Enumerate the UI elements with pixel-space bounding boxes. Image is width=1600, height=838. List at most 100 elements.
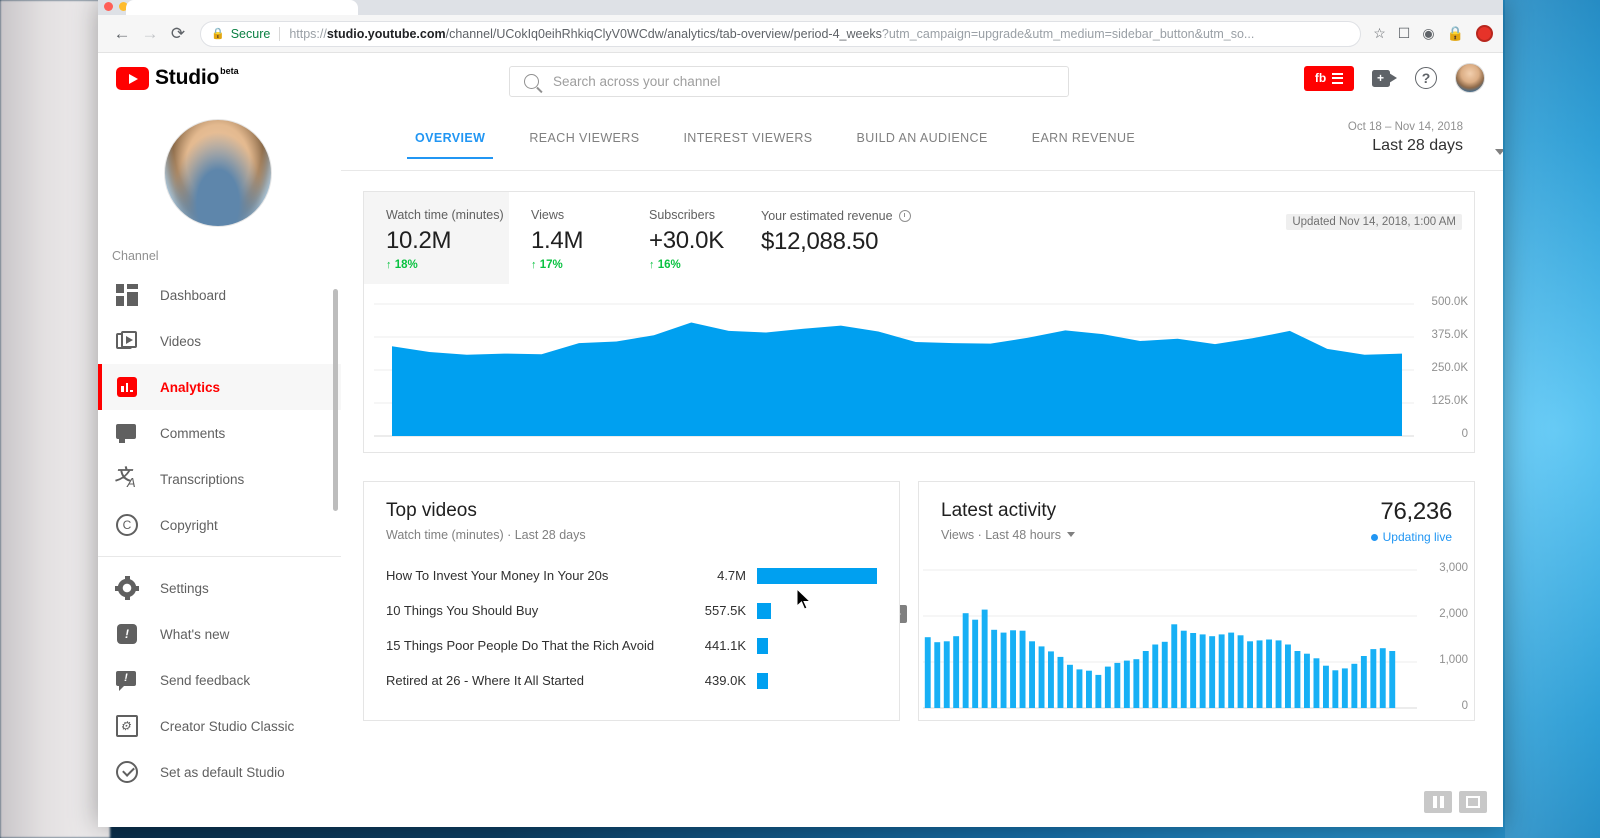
sidebar-item-transcriptions[interactable]: 文A Transcriptions bbox=[98, 456, 341, 502]
extension-record-icon[interactable] bbox=[1476, 25, 1493, 42]
extension-lock-icon[interactable]: 🔒 bbox=[1447, 25, 1464, 42]
videos-icon bbox=[116, 330, 138, 352]
back-button[interactable]: ← bbox=[108, 20, 136, 48]
bar-chart-svg bbox=[923, 569, 1417, 709]
tab-overview[interactable]: OVERVIEW bbox=[393, 131, 507, 159]
y-axis-label: 3,000 bbox=[1439, 562, 1468, 574]
sidebar-item-settings[interactable]: Settings bbox=[98, 565, 341, 611]
reload-button[interactable]: ⟳ bbox=[164, 20, 192, 48]
metric-label: Views bbox=[531, 208, 565, 222]
updated-timestamp: Updated Nov 14, 2018, 1:00 AM bbox=[1286, 214, 1462, 230]
y-axis-label: 375.0K bbox=[1431, 329, 1468, 341]
activity-bar bbox=[1095, 674, 1102, 708]
metric-card-views[interactable]: Views 1.4M ↑ 17% bbox=[509, 192, 627, 284]
sidebar-nav-list: Dashboard Videos Analytics Comments 文A T… bbox=[98, 272, 341, 795]
activity-bar bbox=[1275, 640, 1282, 708]
top-videos-title: Top videos bbox=[386, 500, 477, 521]
close-window-button[interactable] bbox=[104, 2, 113, 11]
sidebar-item-videos[interactable]: Videos bbox=[98, 318, 341, 364]
activity-bar bbox=[924, 637, 931, 708]
forward-button[interactable]: → bbox=[136, 20, 164, 48]
date-range-text: Oct 18 – Nov 14, 2018 bbox=[1347, 121, 1463, 133]
tab-interest-viewers[interactable]: INTEREST VIEWERS bbox=[661, 131, 834, 159]
logo-word: Studio bbox=[155, 66, 220, 89]
sidebar-item-dashboard[interactable]: Dashboard bbox=[98, 272, 341, 318]
upgrade-button[interactable]: fb bbox=[1304, 65, 1354, 91]
gear-icon bbox=[115, 576, 139, 600]
tab-build-an-audience[interactable]: BUILD AN AUDIENCE bbox=[835, 131, 1010, 159]
y-axis-label: 0 bbox=[1461, 700, 1468, 712]
sidebar-item-label: Comments bbox=[160, 425, 226, 441]
activity-bar bbox=[962, 613, 969, 708]
activity-bar bbox=[953, 636, 960, 708]
top-video-bar bbox=[757, 567, 877, 584]
top-videos-list: How To Invest Your Money In Your 20s 4.7M… bbox=[386, 558, 877, 698]
create-video-icon[interactable]: + bbox=[1372, 69, 1397, 87]
activity-bar bbox=[972, 619, 979, 708]
chevron-down-icon[interactable] bbox=[1066, 532, 1075, 537]
browser-toolbar: ← → ⟳ 🔒 Secure https://studio.youtube.co… bbox=[98, 15, 1503, 53]
y-axis-label: 1,000 bbox=[1439, 654, 1468, 666]
sidebar-scrollbar[interactable] bbox=[333, 289, 338, 511]
sidebar-item-copyright[interactable]: C Copyright bbox=[98, 502, 341, 548]
top-video-title: 10 Things You Should Buy bbox=[386, 603, 539, 618]
top-video-bar-wrap bbox=[746, 672, 877, 689]
tab-reach-viewers[interactable]: REACH VIEWERS bbox=[507, 131, 661, 159]
top-video-bar-wrap bbox=[746, 567, 877, 584]
activity-bar bbox=[1190, 633, 1197, 708]
address-bar[interactable]: 🔒 Secure https://studio.youtube.com/chan… bbox=[200, 20, 1362, 47]
latest-activity-bar-chart[interactable]: 0 1,000 2,000 3,000 bbox=[919, 556, 1476, 721]
sidebar-item-comments[interactable]: Comments bbox=[98, 410, 341, 456]
sidebar-item-label: What's new bbox=[160, 626, 230, 642]
sidebar-section-label: Channel bbox=[112, 249, 159, 263]
top-video-bar bbox=[757, 637, 769, 654]
info-icon[interactable] bbox=[898, 210, 911, 222]
top-video-row[interactable]: Retired at 26 - Where It All Started 439.… bbox=[386, 663, 877, 698]
top-video-value: 4.7M bbox=[717, 568, 746, 583]
activity-bar bbox=[1067, 664, 1073, 708]
analytics-tabs: OVERVIEW REACH VIEWERS INTEREST VIEWERS … bbox=[393, 131, 1157, 159]
activity-bar bbox=[1360, 656, 1367, 708]
creator-studio-classic-icon: ⚙ bbox=[116, 715, 138, 737]
metric-card-estimated-revenue[interactable]: Your estimated revenue $12,088.50 bbox=[739, 192, 969, 284]
tab-earn-revenue[interactable]: EARN REVENUE bbox=[1010, 131, 1157, 159]
pause-button[interactable] bbox=[1424, 791, 1452, 813]
metric-card-subscribers[interactable]: Subscribers +30.0K ↑ 16% bbox=[627, 192, 739, 284]
metric-delta: ↑ 18% bbox=[386, 259, 418, 271]
top-video-row[interactable]: 15 Things Poor People Do That the Rich A… bbox=[386, 628, 877, 663]
sidebar-item-whats-new[interactable]: ! What's new bbox=[98, 611, 341, 657]
account-avatar[interactable] bbox=[1455, 63, 1485, 93]
youtube-studio-logo[interactable]: Studio beta bbox=[116, 65, 239, 91]
sidebar-item-label: Settings bbox=[160, 580, 209, 596]
video-overlay-controls[interactable] bbox=[1424, 791, 1487, 813]
extension-circle-icon[interactable]: ◉ bbox=[1422, 25, 1434, 42]
metric-value: +30.0K bbox=[649, 227, 724, 254]
hamburger-icon bbox=[1332, 72, 1344, 84]
extension-grey-icon[interactable]: ☐ bbox=[1398, 25, 1411, 42]
activity-bar bbox=[1104, 666, 1111, 708]
activity-bar bbox=[1256, 640, 1263, 708]
fullscreen-button[interactable] bbox=[1459, 791, 1487, 813]
date-range-selector[interactable]: Oct 18 – Nov 14, 2018 Last 28 days bbox=[1347, 121, 1503, 155]
copyright-icon: C bbox=[116, 514, 138, 536]
watch-time-area-chart[interactable]: 0 125.0K 250.0K 375.0K 500.0K bbox=[364, 284, 1476, 454]
latest-activity-title: Latest activity bbox=[941, 500, 1057, 521]
url-text: https://studio.youtube.com/channel/UCokI… bbox=[289, 26, 1255, 41]
search-input[interactable]: Search across your channel bbox=[509, 66, 1069, 97]
y-axis-label: 125.0K bbox=[1431, 395, 1468, 407]
metric-card-watch-time[interactable]: Watch time (minutes) 10.2M ↑ 18% bbox=[364, 192, 509, 284]
sidebar-item-set-as-default-studio[interactable]: Set as default Studio bbox=[98, 749, 341, 795]
activity-bar bbox=[1133, 659, 1140, 708]
sidebar-item-creator-studio-classic[interactable]: ⚙ Creator Studio Classic bbox=[98, 703, 341, 749]
help-icon[interactable]: ? bbox=[1415, 67, 1437, 89]
channel-avatar[interactable] bbox=[164, 119, 272, 227]
bookmark-star-icon[interactable]: ☆ bbox=[1373, 25, 1386, 42]
sidebar-item-analytics[interactable]: Analytics bbox=[98, 364, 341, 410]
activity-bar bbox=[1228, 632, 1235, 708]
date-range-preset: Last 28 days bbox=[1372, 137, 1463, 154]
activity-bar bbox=[1123, 660, 1130, 708]
sidebar-item-send-feedback[interactable]: ! Send feedback bbox=[98, 657, 341, 703]
activity-bar bbox=[1341, 668, 1348, 708]
chevron-down-icon[interactable] bbox=[1495, 149, 1503, 155]
browser-tab[interactable] bbox=[126, 0, 358, 15]
